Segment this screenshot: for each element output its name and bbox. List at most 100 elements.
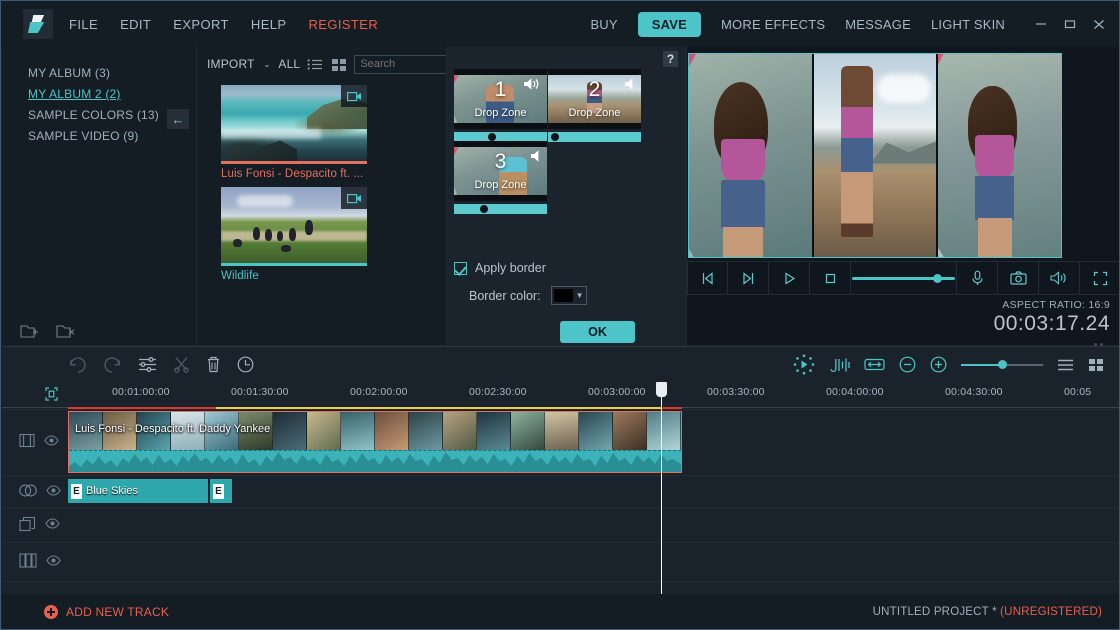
preview-pane-3 — [938, 54, 1062, 257]
import-caret-icon[interactable]: ⌄ — [264, 60, 271, 69]
delete-folder-icon[interactable] — [56, 323, 76, 339]
timeline-clip-effect[interactable]: E — [210, 479, 232, 503]
drop-zone-3[interactable]: 3 Drop Zone — [454, 141, 547, 214]
minimize-icon[interactable] — [1033, 16, 1049, 32]
album-item-my-album-2[interactable]: MY ALBUM 2 (2) — [28, 84, 196, 105]
new-folder-icon[interactable] — [20, 323, 40, 339]
message-button[interactable]: MESSAGE — [845, 17, 911, 32]
apply-border-checkbox[interactable] — [454, 261, 467, 275]
speaker-mute-icon[interactable] — [530, 149, 543, 166]
eye-icon[interactable] — [45, 518, 60, 532]
timeline-zoom-slider[interactable] — [961, 358, 1043, 372]
prev-frame-icon[interactable] — [687, 261, 728, 295]
menu-help[interactable]: HELP — [251, 17, 287, 32]
buy-button[interactable]: BUY — [590, 17, 617, 32]
timeline-clip-video[interactable]: Luis Fonsi - Despacito ft. Daddy Yankee — [68, 411, 682, 473]
menu-file[interactable]: FILE — [69, 17, 98, 32]
timeline-ruler[interactable]: 00:01:00:00 00:01:30:00 00:02:00:00 00:0… — [2, 382, 1119, 409]
menu-edit[interactable]: EDIT — [120, 17, 151, 32]
timeline-clip-effect[interactable]: E Blue Skies — [68, 479, 208, 503]
track-header-media[interactable] — [2, 543, 68, 581]
preview-pane-1 — [689, 54, 814, 257]
add-new-track-button[interactable]: ADD NEW TRACK — [2, 605, 169, 619]
grid-view-icon[interactable] — [331, 57, 347, 72]
media-accent-bar — [221, 263, 367, 266]
track-header-video[interactable] — [2, 409, 68, 475]
close-icon[interactable] — [1091, 16, 1107, 32]
fullscreen-icon[interactable] — [1080, 261, 1119, 295]
drop-zone-2[interactable]: 2 Drop Zone — [548, 69, 641, 142]
cut-icon[interactable] — [173, 356, 190, 373]
speaker-icon[interactable] — [1039, 261, 1080, 295]
media-thumbnail — [221, 187, 367, 263]
list-view-icon[interactable] — [307, 57, 324, 72]
grid-view-icon[interactable] — [1088, 358, 1104, 372]
redo-icon[interactable] — [103, 356, 122, 374]
album-item-my-album[interactable]: MY ALBUM (3) — [28, 63, 196, 84]
zoom-out-icon[interactable] — [899, 356, 916, 373]
stop-icon[interactable] — [810, 261, 851, 295]
undo-icon[interactable] — [68, 356, 87, 374]
eye-icon[interactable] — [46, 555, 61, 569]
drop-zone-volume-slider[interactable] — [548, 132, 641, 142]
timeline-panel: 00:01:00:00 00:01:30:00 00:02:00:00 00:0… — [2, 346, 1119, 629]
menu-register[interactable]: REGISTER — [308, 17, 378, 32]
marker-icon[interactable] — [45, 387, 58, 404]
album-item-sample-video[interactable]: SAMPLE VIDEO (9) — [28, 126, 196, 147]
adjust-icon[interactable] — [138, 356, 157, 373]
border-color-picker[interactable]: ▼ — [550, 286, 587, 305]
render-preview-icon[interactable] — [793, 354, 815, 375]
record-voiceover-icon[interactable] — [957, 261, 998, 295]
album-footer-toolbar — [2, 317, 196, 345]
next-frame-icon[interactable] — [728, 261, 769, 295]
media-thumbnail-grid: Luis Fonsi - Despacito ft. ... Wildlife — [197, 81, 446, 282]
media-item-title: Wildlife — [221, 270, 259, 282]
titlebar-right-menu: BUY SAVE MORE EFFECTS MESSAGE LIGHT SKIN — [590, 11, 1119, 37]
media-item-despacito[interactable]: Luis Fonsi - Despacito ft. ... — [221, 85, 367, 180]
delete-icon[interactable] — [206, 356, 221, 373]
track-header-effect[interactable] — [2, 476, 68, 507]
drop-zone-volume-slider[interactable] — [454, 204, 547, 214]
zoom-in-icon[interactable] — [930, 356, 947, 373]
collapse-sidebar-button[interactable]: ← — [167, 109, 189, 129]
eye-icon[interactable] — [44, 435, 59, 449]
play-icon[interactable] — [769, 261, 810, 295]
playhead-handle[interactable] — [656, 382, 667, 397]
fit-timeline-icon[interactable] — [864, 357, 885, 372]
import-button[interactable]: IMPORT — [207, 57, 255, 71]
maximize-icon[interactable] — [1062, 16, 1078, 32]
playhead[interactable] — [656, 382, 667, 604]
more-effects-button[interactable]: MORE EFFECTS — [721, 17, 825, 32]
audio-mixer-icon[interactable] — [829, 357, 850, 373]
main-menu: FILE EDIT EXPORT HELP REGISTER — [69, 17, 378, 32]
list-view-icon[interactable] — [1057, 358, 1074, 372]
volume-slider[interactable] — [851, 261, 957, 295]
ruler-tick-label: 00:01:00:00 — [112, 386, 170, 398]
filmstrip-icon — [19, 552, 37, 572]
eye-icon[interactable] — [46, 484, 61, 499]
speaker-mute-icon[interactable] — [624, 77, 637, 94]
preview-panel: ASPECT RATIO: 16:9 00:03:17.24 — [686, 47, 1119, 374]
media-library-panel: IMPORT ⌄ ALL Search Luis Fonsi - Despaci… — [196, 47, 473, 345]
ok-button[interactable]: OK — [560, 321, 635, 343]
apply-border-row[interactable]: Apply border — [447, 261, 687, 275]
media-item-wildlife[interactable]: Wildlife — [221, 187, 367, 282]
border-color-label: Border color: — [469, 288, 541, 303]
save-button[interactable]: SAVE — [637, 11, 702, 37]
drop-zone-1[interactable]: 1 Drop Zone — [454, 69, 547, 142]
preview-stage[interactable] — [688, 53, 1062, 258]
help-button[interactable]: ? — [663, 51, 678, 67]
track-header-overlay[interactable] — [2, 508, 68, 542]
split-options: Apply border Border color: ▼ OK — [447, 261, 687, 343]
menu-export[interactable]: EXPORT — [173, 17, 229, 32]
snapshot-icon[interactable] — [998, 261, 1039, 295]
filter-all-button[interactable]: ALL — [278, 57, 300, 71]
ruler-tick-label: 00:01:30:00 — [231, 386, 289, 398]
plus-icon — [44, 605, 58, 619]
aspect-ratio-label: ASPECT RATIO: 16:9 — [1002, 299, 1110, 311]
light-skin-button[interactable]: LIGHT SKIN — [931, 17, 1005, 32]
speaker-on-icon[interactable] — [523, 77, 543, 94]
media-thumbnail — [221, 85, 367, 161]
duration-icon[interactable] — [237, 356, 254, 373]
search-input[interactable] — [360, 58, 457, 70]
